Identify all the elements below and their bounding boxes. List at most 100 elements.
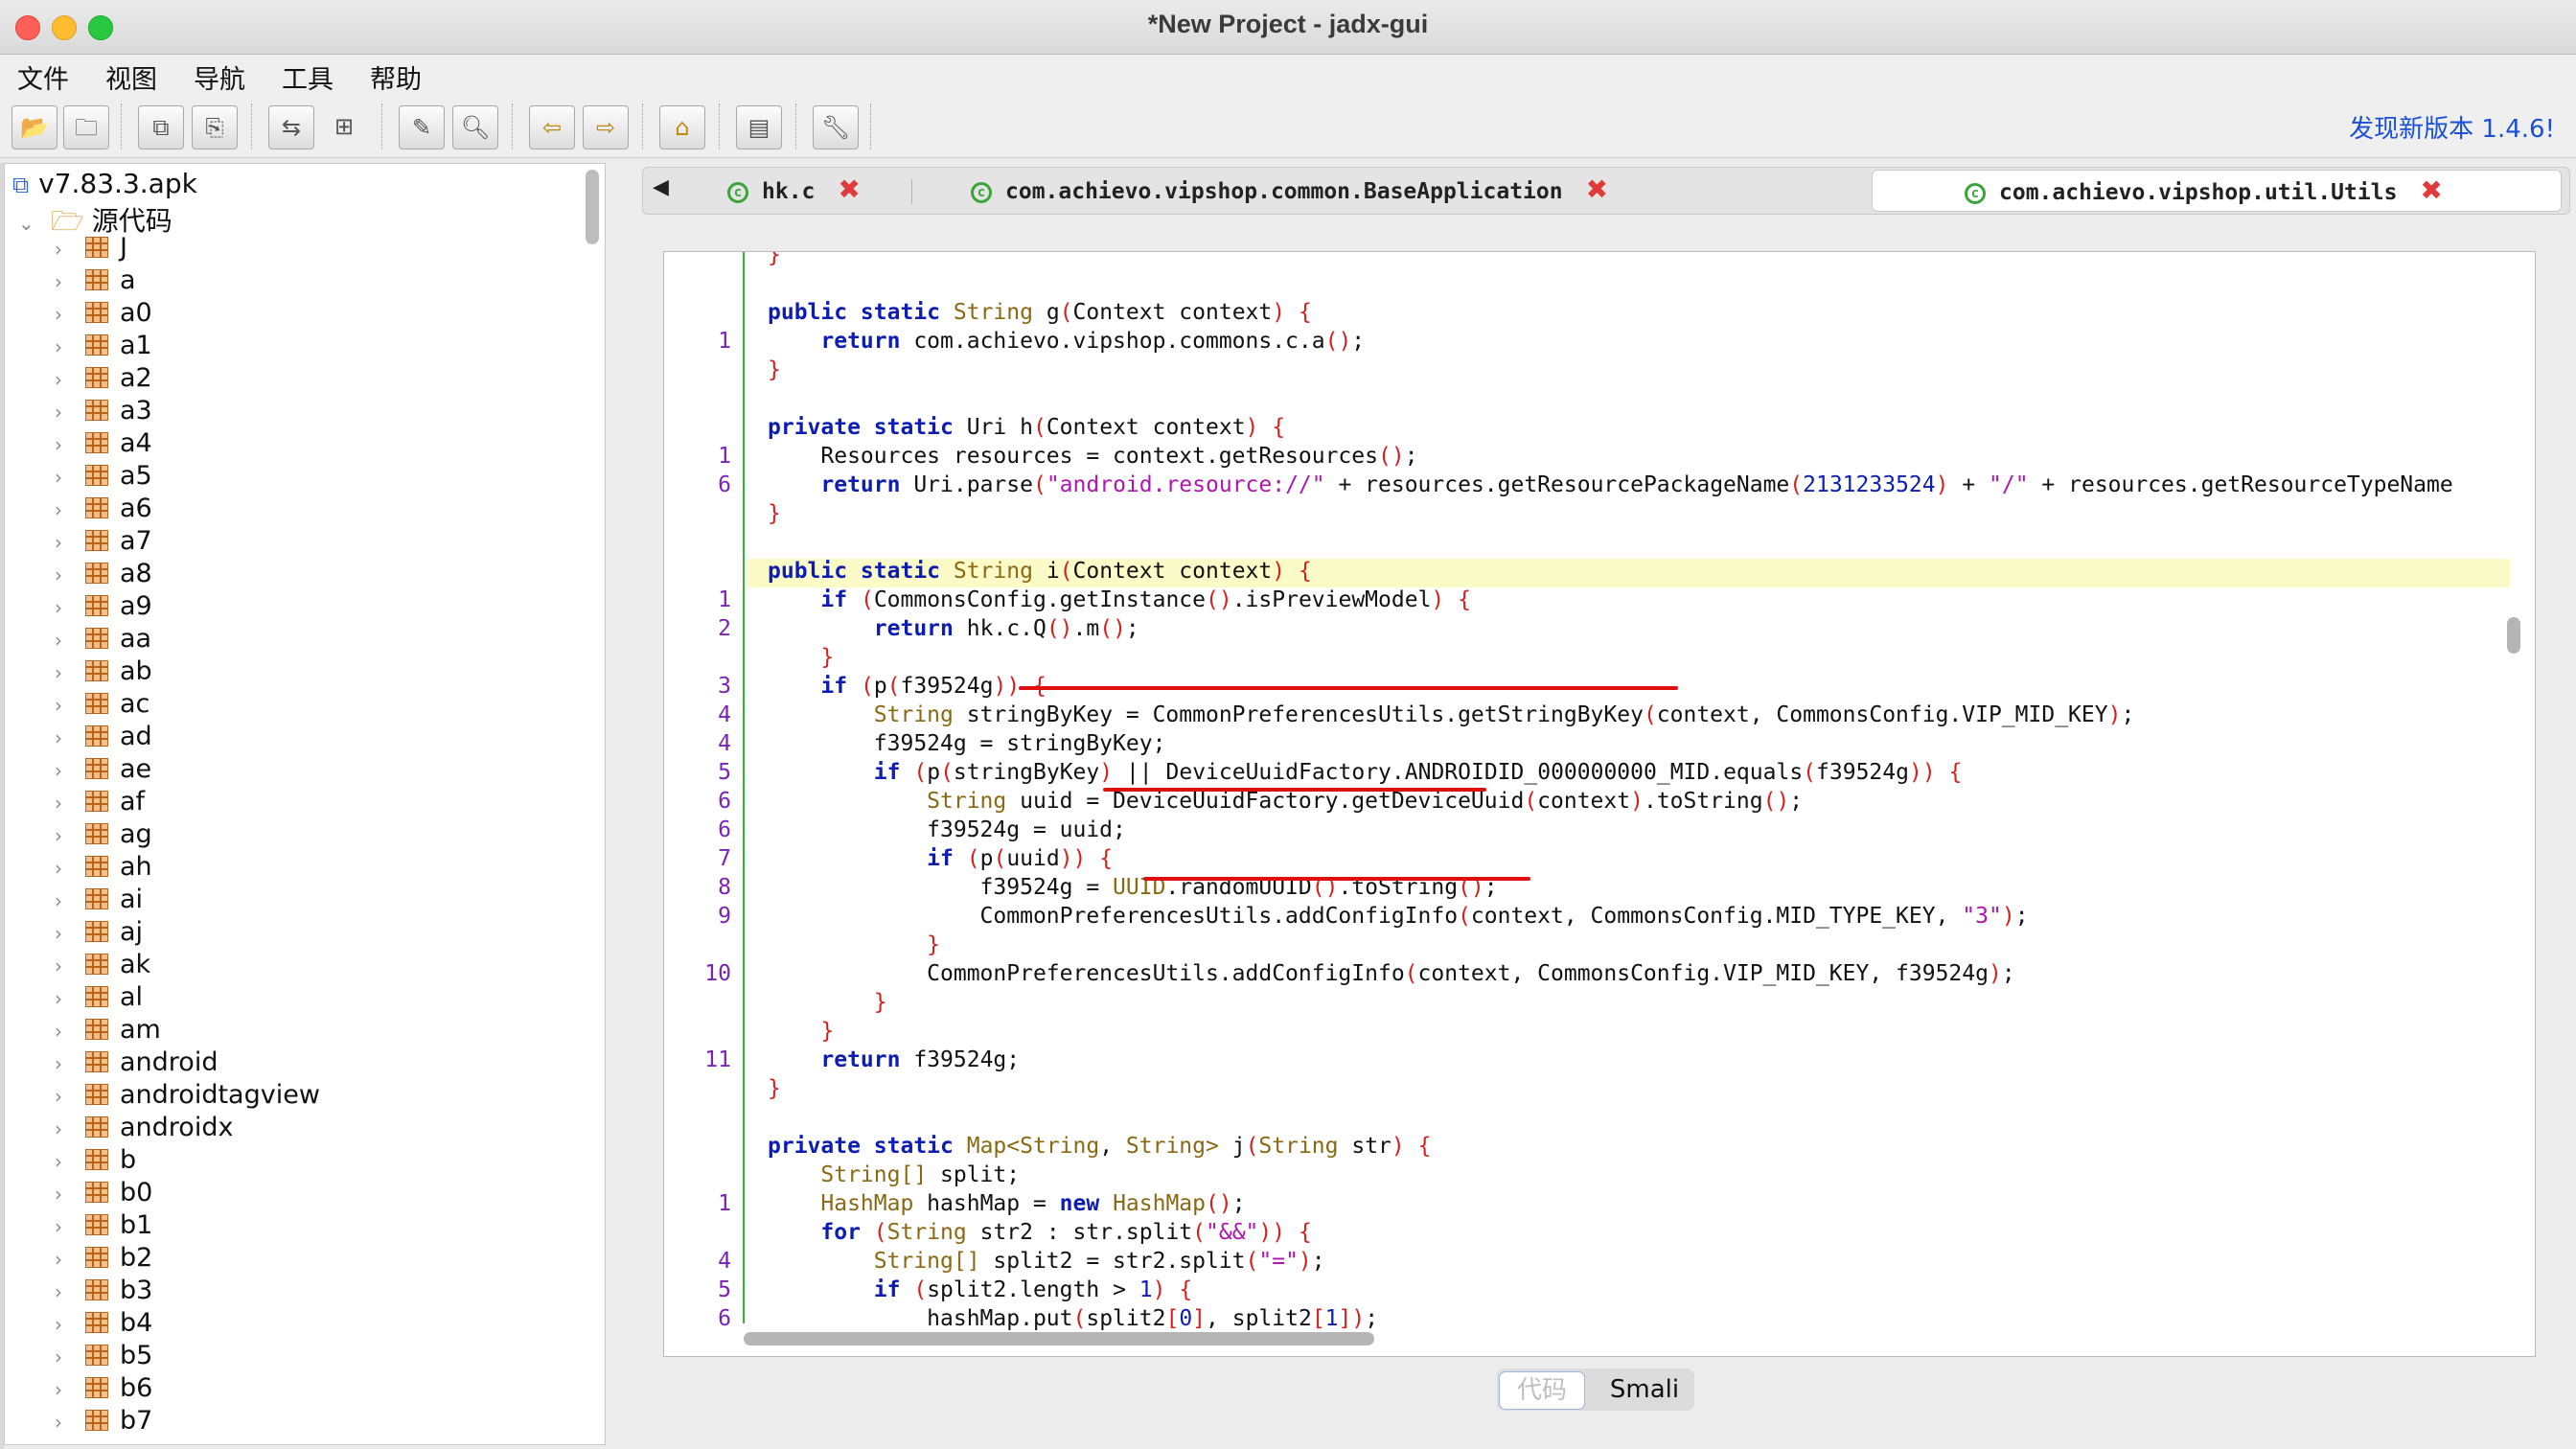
tree-package-item[interactable]: › b xyxy=(55,1145,136,1178)
tree-package-item[interactable]: › a8 xyxy=(55,559,152,591)
tree-package-item[interactable]: › ae xyxy=(55,754,151,787)
code-line[interactable]: } xyxy=(664,499,2523,528)
search-icon[interactable]: 🔍︎ xyxy=(452,105,498,150)
tree-package-item[interactable]: › android xyxy=(55,1047,218,1080)
chevron-right-icon[interactable]: › xyxy=(55,1117,76,1140)
chevron-right-icon[interactable]: › xyxy=(55,1215,76,1238)
code-line[interactable] xyxy=(664,528,2523,557)
tab-smali-view[interactable]: Smali xyxy=(1597,1371,1692,1408)
code-line[interactable]: 11 return f39524g; xyxy=(664,1046,2523,1074)
chevron-right-icon[interactable]: › xyxy=(55,368,76,391)
log-icon[interactable]: ▤ xyxy=(736,105,782,150)
tree-package-item[interactable]: › a2 xyxy=(55,363,152,396)
project-tree[interactable]: ⧉ v7.83.3.apk ⌄ 🗁 源代码 › J › a › a0 › a1 › a2 › a3 › a4 › a… xyxy=(4,163,606,1445)
add-files-icon[interactable]: 🗀 xyxy=(63,105,109,150)
tree-package-item[interactable]: › ab xyxy=(55,656,152,689)
code-line[interactable]: } xyxy=(664,1074,2523,1103)
tree-package-item[interactable]: › a7 xyxy=(55,526,152,559)
chevron-right-icon[interactable]: › xyxy=(55,238,76,261)
open-project-icon[interactable]: 📂 xyxy=(12,105,58,150)
code-line[interactable]: 10 CommonPreferencesUtils.addConfigInfo(… xyxy=(664,959,2523,988)
tree-scrollbar[interactable] xyxy=(586,170,599,244)
code-line[interactable]: } xyxy=(664,931,2523,959)
tree-package-item[interactable]: › a4 xyxy=(55,428,152,461)
tree-package-item[interactable]: › aj xyxy=(55,917,143,950)
close-tab-icon[interactable]: ✖ xyxy=(1586,173,1608,205)
code-line[interactable] xyxy=(664,384,2523,413)
tree-package-item[interactable]: › b6 xyxy=(55,1373,152,1406)
tree-package-item[interactable]: › b7 xyxy=(55,1406,152,1438)
tab-utils[interactable]: c com.achievo.vipshop.util.Utils ✖ xyxy=(1872,170,2562,212)
menu-navigation[interactable]: 导航 xyxy=(194,58,245,96)
code-vertical-scrollbar[interactable] xyxy=(2507,617,2520,654)
menu-view[interactable]: 视图 xyxy=(105,58,157,96)
back-icon[interactable]: ⇦ xyxy=(529,105,575,150)
tab-scroll-left-icon[interactable]: ◀ xyxy=(653,175,669,199)
code-line[interactable]: 4 String stringByKey = CommonPreferences… xyxy=(664,701,2523,729)
chevron-right-icon[interactable]: › xyxy=(55,531,76,554)
tree-package-item[interactable]: › a1 xyxy=(55,331,152,363)
close-tab-icon[interactable]: ✖ xyxy=(838,173,860,205)
tree-package-item[interactable]: › aa xyxy=(55,624,151,656)
code-line[interactable] xyxy=(664,1103,2523,1132)
preferences-icon[interactable]: 🔧︎ xyxy=(813,105,859,150)
tree-package-item[interactable]: › ak xyxy=(55,950,150,982)
tree-package-item[interactable]: › a0 xyxy=(55,298,152,331)
chevron-right-icon[interactable]: › xyxy=(55,270,76,293)
chevron-right-icon[interactable]: › xyxy=(55,401,76,424)
chevron-right-icon[interactable]: › xyxy=(55,726,76,749)
tree-package-item[interactable]: › a3 xyxy=(55,396,152,428)
tab-code-view[interactable]: 代码 xyxy=(1499,1371,1585,1410)
tree-package-item[interactable]: › b1 xyxy=(55,1210,152,1243)
code-line[interactable]: String[] split; xyxy=(664,1161,2523,1189)
code-line[interactable]: } xyxy=(664,252,2523,269)
chevron-right-icon[interactable]: › xyxy=(55,1150,76,1173)
chevron-right-icon[interactable]: › xyxy=(55,1378,76,1401)
tree-package-item[interactable]: › b3 xyxy=(55,1276,152,1308)
chevron-right-icon[interactable]: › xyxy=(55,824,76,847)
chevron-right-icon[interactable]: › xyxy=(55,1411,76,1434)
code-line[interactable]: 9 CommonPreferencesUtils.addConfigInfo(c… xyxy=(664,902,2523,931)
chevron-right-icon[interactable]: › xyxy=(55,792,76,815)
code-line[interactable]: 7 if (p(uuid)) { xyxy=(664,844,2523,873)
code-line[interactable] xyxy=(664,269,2523,298)
code-editor[interactable]: } public static String g(Context context)… xyxy=(663,251,2536,1357)
tree-package-item[interactable]: › a xyxy=(55,265,136,298)
split-divider[interactable] xyxy=(606,163,640,1443)
chevron-right-icon[interactable]: › xyxy=(55,1248,76,1271)
tree-package-item[interactable]: › a5 xyxy=(55,461,152,494)
tree-package-item[interactable]: › b0 xyxy=(55,1178,152,1210)
code-line[interactable]: public static String g(Context context) … xyxy=(664,298,2523,327)
chevron-right-icon[interactable]: › xyxy=(55,498,76,521)
tree-package-item[interactable]: › ac xyxy=(55,689,150,722)
tree-package-item[interactable]: › a6 xyxy=(55,494,152,526)
code-line[interactable]: 6 return Uri.parse("android.resource://"… xyxy=(664,471,2523,499)
code-line[interactable]: 1 if (CommonsConfig.getInstance().isPrev… xyxy=(664,586,2523,614)
chevron-right-icon[interactable]: › xyxy=(55,335,76,358)
tree-package-item[interactable]: › a9 xyxy=(55,591,152,624)
tree-root[interactable]: ⧉ v7.83.3.apk xyxy=(12,168,197,199)
tree-package-item[interactable]: › al xyxy=(55,982,143,1015)
tree-package-item[interactable]: › af xyxy=(55,787,145,819)
code-line[interactable]: } xyxy=(664,643,2523,672)
tree-package-item[interactable]: › ai xyxy=(55,885,143,917)
save-all-icon[interactable]: ⧉ xyxy=(138,105,184,150)
code-line[interactable]: public static String i(Context context) … xyxy=(664,557,2523,586)
close-tab-icon[interactable]: ✖ xyxy=(2420,174,2442,206)
code-line[interactable]: } xyxy=(664,356,2523,384)
chevron-right-icon[interactable]: › xyxy=(55,922,76,945)
chevron-right-icon[interactable]: › xyxy=(55,661,76,684)
code-line[interactable]: 5 if (p(stringByKey) || DeviceUuidFactor… xyxy=(664,758,2523,787)
menu-tools[interactable]: 工具 xyxy=(282,58,334,96)
chevron-down-icon[interactable]: ⌄ xyxy=(18,212,39,235)
tree-package-item[interactable]: › ah xyxy=(55,852,152,885)
tree-package-item[interactable]: › b2 xyxy=(55,1243,152,1276)
code-line[interactable]: 1 return com.achievo.vipshop.commons.c.a… xyxy=(664,327,2523,356)
code-line[interactable]: 6 f39524g = uuid; xyxy=(664,816,2523,844)
tab-hk-c[interactable]: c hk.c ✖ xyxy=(727,170,890,210)
menu-file[interactable]: 文件 xyxy=(17,58,69,96)
deobfuscation-icon[interactable]: ⌂ xyxy=(659,105,705,150)
code-line[interactable]: private static Map<String, String> j(Str… xyxy=(664,1132,2523,1161)
chevron-right-icon[interactable]: › xyxy=(55,857,76,880)
chevron-right-icon[interactable]: › xyxy=(55,1052,76,1075)
